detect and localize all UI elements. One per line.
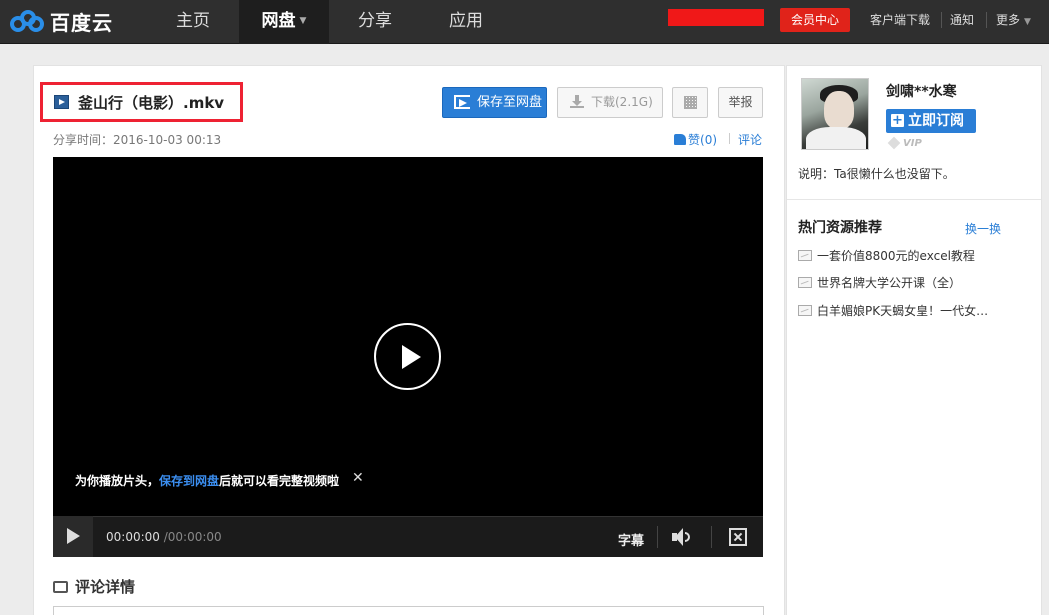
- image-icon: [798, 249, 812, 261]
- nav-apps[interactable]: 应用: [420, 0, 512, 44]
- logo-text: 百度云: [50, 10, 113, 35]
- report-button[interactable]: 举报: [718, 87, 763, 118]
- avatar[interactable]: [801, 78, 869, 150]
- comments-heading: 评论详情: [53, 575, 136, 597]
- save-label: 保存至网盘: [477, 95, 543, 110]
- play-icon[interactable]: [53, 516, 93, 557]
- video-file-icon: [54, 95, 69, 109]
- duration: /00:00:00: [163, 530, 222, 544]
- notify-link[interactable]: 通知: [950, 0, 974, 40]
- more-menu[interactable]: 更多 ▼: [996, 0, 1031, 40]
- comment-link[interactable]: 评论: [738, 131, 762, 148]
- like-label: 赞: [688, 133, 701, 147]
- comment-input[interactable]: [53, 606, 764, 615]
- save-icon: [454, 95, 470, 109]
- divider: [787, 199, 1041, 200]
- sharer-name[interactable]: 剑啸**水寒: [886, 81, 957, 101]
- hot-resource-label: 白羊媚娘PK天蝎女皇！一代女皇…: [817, 303, 998, 318]
- chevron-down-icon: ▼: [299, 16, 307, 26]
- volume-icon[interactable]: [672, 528, 696, 546]
- cloud-logo-icon: [9, 9, 45, 33]
- qrcode-button[interactable]: [672, 87, 708, 118]
- fullscreen-icon[interactable]: [729, 528, 747, 546]
- nav-home[interactable]: 主页: [150, 0, 236, 44]
- nav-divider: [941, 12, 942, 28]
- nav-divider: [986, 12, 987, 28]
- comments-heading-text: 评论详情: [75, 578, 136, 596]
- refresh-link[interactable]: 换一换: [965, 220, 1001, 237]
- divider: [711, 526, 712, 548]
- thumbs-up-icon: [674, 134, 686, 145]
- nav-share[interactable]: 分享: [330, 0, 420, 44]
- vip-diamond-icon: [887, 136, 901, 150]
- notice-prefix: 为你播放片头，: [75, 474, 160, 488]
- vip-label: VIP: [903, 138, 922, 149]
- save-to-netdisk-button[interactable]: 保存至网盘: [442, 87, 547, 118]
- more-label: 更多: [996, 13, 1021, 27]
- notice-save-link[interactable]: 保存到网盘: [159, 474, 219, 488]
- time-display: 00:00:00 /00:00:00: [106, 530, 222, 544]
- hot-resource-label: 一套价值8800元的excel教程: [817, 248, 975, 263]
- nav-netdisk-label: 网盘: [261, 11, 296, 31]
- hot-resource-item[interactable]: 白羊媚娘PK天蝎女皇！一代女皇…: [798, 301, 998, 319]
- vip-center-button[interactable]: 会员中心: [780, 8, 850, 32]
- subtitle-button[interactable]: 字幕: [618, 530, 644, 549]
- close-icon[interactable]: ✕: [352, 470, 364, 486]
- current-time: 00:00:00: [106, 530, 160, 544]
- download-label: 下载(2.1G): [591, 95, 653, 109]
- subscribe-button[interactable]: 立即订阅: [886, 109, 976, 133]
- baidu-cloud-logo[interactable]: 百度云: [9, 7, 113, 35]
- qrcode-icon: [684, 96, 697, 109]
- hot-resource-item[interactable]: 世界名牌大学公开课（全）: [798, 273, 998, 291]
- chevron-down-icon: ▼: [1024, 17, 1031, 27]
- hot-resource-item[interactable]: 一套价值8800元的excel教程: [798, 246, 998, 264]
- download-icon: [570, 95, 584, 108]
- file-title: 釜山行（电影）.mkv: [78, 94, 225, 112]
- user-description: 说明：Ta很懒什么也没留下。: [798, 167, 955, 181]
- client-download-link[interactable]: 客户端下载: [870, 0, 930, 40]
- image-icon: [798, 304, 812, 316]
- hot-resource-label: 世界名牌大学公开课（全）: [817, 275, 962, 290]
- big-play-icon[interactable]: [374, 323, 441, 390]
- user-name-redacted[interactable]: [668, 9, 764, 26]
- divider: [657, 526, 658, 548]
- share-time: 分享时间：2016-10-03 00:13: [53, 133, 222, 147]
- download-button[interactable]: 下载(2.1G): [557, 87, 663, 118]
- nav-netdisk[interactable]: 网盘 ▼: [239, 0, 329, 44]
- vip-badge: VIP: [887, 136, 928, 153]
- trailer-notice: 为你播放片头，保存到网盘后就可以看完整视频啦: [75, 472, 339, 489]
- image-icon: [798, 276, 812, 288]
- notice-suffix: 后就可以看完整视频啦: [219, 474, 340, 488]
- hot-resources-title: 热门资源推荐: [798, 220, 882, 236]
- comment-icon: [53, 575, 68, 593]
- like-button[interactable]: 赞(0): [674, 131, 717, 148]
- like-count: (0): [700, 133, 718, 147]
- divider: [729, 133, 730, 144]
